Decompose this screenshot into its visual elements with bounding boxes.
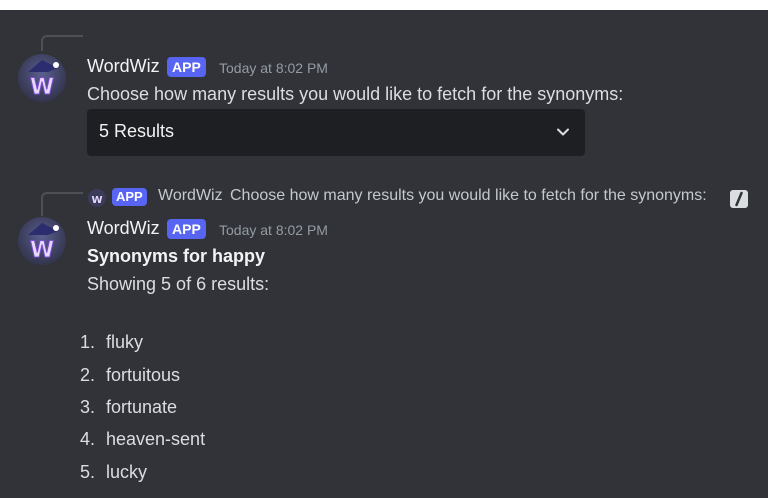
list-item: 2. fortuitous: [80, 365, 181, 385]
reply-text: Choose how many results you would like t…: [230, 187, 707, 204]
avatar[interactable]: W: [18, 217, 66, 265]
reply-connector: [41, 192, 83, 216]
chat-area: W WordWiz APP Today at 8:02 PM Choose ho…: [0, 10, 768, 498]
author-name[interactable]: WordWiz: [87, 218, 160, 239]
author-name[interactable]: WordWiz: [87, 56, 160, 77]
wizard-w-icon: W: [91, 195, 102, 206]
svg-text:W: W: [91, 195, 102, 206]
wizard-w-icon: W: [28, 223, 59, 264]
app-badge: APP: [167, 57, 206, 77]
result-title: Synonyms for happy: [87, 246, 266, 266]
message-content: Choose how many results you would like t…: [87, 84, 624, 104]
avatar: W: [88, 189, 106, 207]
wizard-w-icon: W: [28, 60, 59, 101]
avatar[interactable]: W: [18, 54, 66, 102]
timestamp[interactable]: Today at 8:02 PM: [219, 222, 328, 238]
svg-text:W: W: [30, 75, 54, 100]
reply-connector: [41, 35, 83, 51]
slash-command-icon: [730, 190, 748, 208]
app-badge: APP: [112, 188, 147, 206]
chevron-down-icon: [557, 128, 569, 136]
list-item: 4. heaven-sent: [80, 429, 206, 449]
reply-author[interactable]: WordWiz: [158, 187, 223, 205]
app-badge: APP: [167, 219, 206, 239]
select-value: 5 Results: [99, 121, 175, 141]
result-subtitle: Showing 5 of 6 results:: [87, 274, 270, 294]
svg-text:W: W: [30, 238, 54, 263]
results-select[interactable]: 5 Results: [87, 109, 585, 156]
list-item: 5. lucky: [80, 462, 148, 482]
list-item: 3. fortunate: [80, 397, 178, 417]
list-item: 1. fluky: [80, 332, 144, 352]
timestamp[interactable]: Today at 8:02 PM: [219, 60, 328, 76]
